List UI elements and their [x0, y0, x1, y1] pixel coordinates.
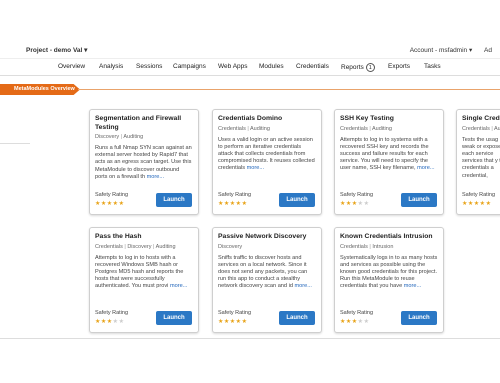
- launch-button[interactable]: Launch: [156, 193, 192, 207]
- project-selector[interactable]: Project - demo Val ▾: [26, 46, 87, 54]
- safety-rating-label: Safety Rating: [340, 192, 374, 198]
- launch-button[interactable]: Launch: [401, 193, 437, 207]
- card-title: Known Credentials Intrusion: [340, 233, 433, 240]
- bottom-divider: [0, 338, 500, 339]
- left-divider: [0, 143, 30, 144]
- card-description: Attempts to log in to systems with a rec…: [340, 136, 435, 172]
- card-categories: DiscoveryAuditing: [95, 134, 193, 140]
- card-description: Sniffs traffic to discover hosts and ser…: [218, 254, 312, 290]
- card-description: Uses a valid login or an active session …: [218, 136, 315, 172]
- nav-reports[interactable]: Reports 1: [341, 63, 375, 72]
- card-description: Systematically logs in to as many hosts …: [340, 254, 438, 290]
- star-empty-icon: ★: [363, 319, 370, 325]
- star-rating: ★★★★★: [218, 318, 247, 325]
- star-empty-icon: ★: [118, 319, 125, 325]
- safety-rating-label: Safety Rating: [462, 192, 496, 198]
- star-rating: ★★★★★: [462, 200, 491, 207]
- top-bar: Project - demo Val ▾ Account - msfadmin …: [0, 43, 500, 57]
- star-filled-icon: ★: [241, 201, 248, 207]
- more-link[interactable]: more...: [170, 283, 187, 289]
- main-nav: Overview Analysis Sessions Campaigns Web…: [0, 60, 500, 76]
- safety-rating-label: Safety Rating: [95, 310, 129, 316]
- star-filled-icon: ★: [241, 319, 248, 325]
- card-title: Passive Network Discovery: [218, 233, 307, 240]
- metamodule-card: Passive Network Discovery Discovery Snif…: [212, 227, 322, 333]
- metamodule-card: Known Credentials Intrusion CredentialsI…: [334, 227, 444, 333]
- nav-modules[interactable]: Modules: [259, 63, 284, 70]
- more-link[interactable]: more...: [147, 174, 164, 180]
- nav-analysis[interactable]: Analysis: [99, 63, 123, 70]
- nav-campaigns[interactable]: Campaigns: [173, 63, 206, 70]
- nav-tasks[interactable]: Tasks: [424, 63, 441, 70]
- account-menu[interactable]: Account - msfadmin ▾: [410, 47, 473, 54]
- admin-menu[interactable]: Ad: [484, 47, 492, 54]
- card-title: Pass the Hash: [95, 233, 142, 240]
- card-categories: Discovery: [218, 243, 243, 250]
- metamodule-card: Credentials Domino CredentialsAuditing U…: [212, 109, 322, 215]
- launch-button[interactable]: Launch: [156, 311, 192, 325]
- card-title: Single Crede: [462, 115, 500, 122]
- launch-button[interactable]: Launch: [279, 193, 315, 207]
- nav-reports-label: Reports: [341, 64, 364, 72]
- nav-credentials[interactable]: Credentials: [296, 63, 329, 70]
- section-divider: [78, 89, 500, 90]
- star-rating: ★★★★★: [340, 318, 369, 325]
- safety-rating-label: Safety Rating: [95, 192, 129, 198]
- section-tag: MetaModules Overview: [0, 84, 80, 95]
- star-filled-icon: ★: [485, 201, 492, 207]
- nav-exports[interactable]: Exports: [388, 63, 410, 70]
- safety-rating-label: Safety Rating: [340, 310, 374, 316]
- metamodule-card: SSH Key Testing CredentialsAuditing Atte…: [334, 109, 444, 215]
- launch-button[interactable]: Launch: [401, 311, 437, 325]
- star-filled-icon: ★: [118, 201, 125, 207]
- safety-rating-label: Safety Rating: [218, 310, 252, 316]
- star-empty-icon: ★: [363, 201, 370, 207]
- card-title: SSH Key Testing: [340, 115, 394, 122]
- card-title: Credentials Domino: [218, 115, 283, 122]
- launch-button[interactable]: Launch: [279, 311, 315, 325]
- card-categories: CredentialsAuditing: [340, 126, 438, 132]
- more-link[interactable]: more...: [404, 283, 421, 289]
- reports-count-badge: 1: [365, 63, 375, 72]
- metamodule-card: Single Crede CredentialsAu Tests the usa…: [456, 109, 500, 215]
- metamodule-card: Pass the Hash CredentialsDiscoveryAuditi…: [89, 227, 199, 333]
- metamodule-card: Segmentation and Firewall Testing Discov…: [89, 109, 199, 215]
- more-link[interactable]: more...: [247, 165, 264, 171]
- star-rating: ★★★★★: [95, 200, 124, 207]
- star-rating: ★★★★★: [95, 318, 124, 325]
- nav-overview[interactable]: Overview: [58, 63, 85, 70]
- safety-rating-label: Safety Rating: [218, 192, 252, 198]
- card-categories: CredentialsAuditing: [218, 126, 316, 132]
- card-description: Runs a full Nmap SYN scan against an ext…: [95, 145, 192, 180]
- more-link[interactable]: more...: [295, 283, 312, 289]
- card-description: Tests the usag weak or expose in each se…: [462, 136, 500, 179]
- card-categories: CredentialsDiscoveryAuditing: [95, 244, 193, 250]
- card-description: Attempts to log in to hosts with a recov…: [95, 254, 188, 290]
- nav-sessions[interactable]: Sessions: [136, 63, 162, 70]
- card-categories: CredentialsAu: [462, 126, 500, 132]
- star-rating: ★★★★★: [218, 200, 247, 207]
- star-rating: ★★★★★: [340, 200, 369, 207]
- more-link[interactable]: more...: [417, 165, 434, 171]
- card-title: Segmentation and Firewall Testing: [95, 115, 182, 131]
- nav-web-apps[interactable]: Web Apps: [218, 63, 248, 70]
- card-categories: CredentialsIntrusion: [340, 244, 438, 250]
